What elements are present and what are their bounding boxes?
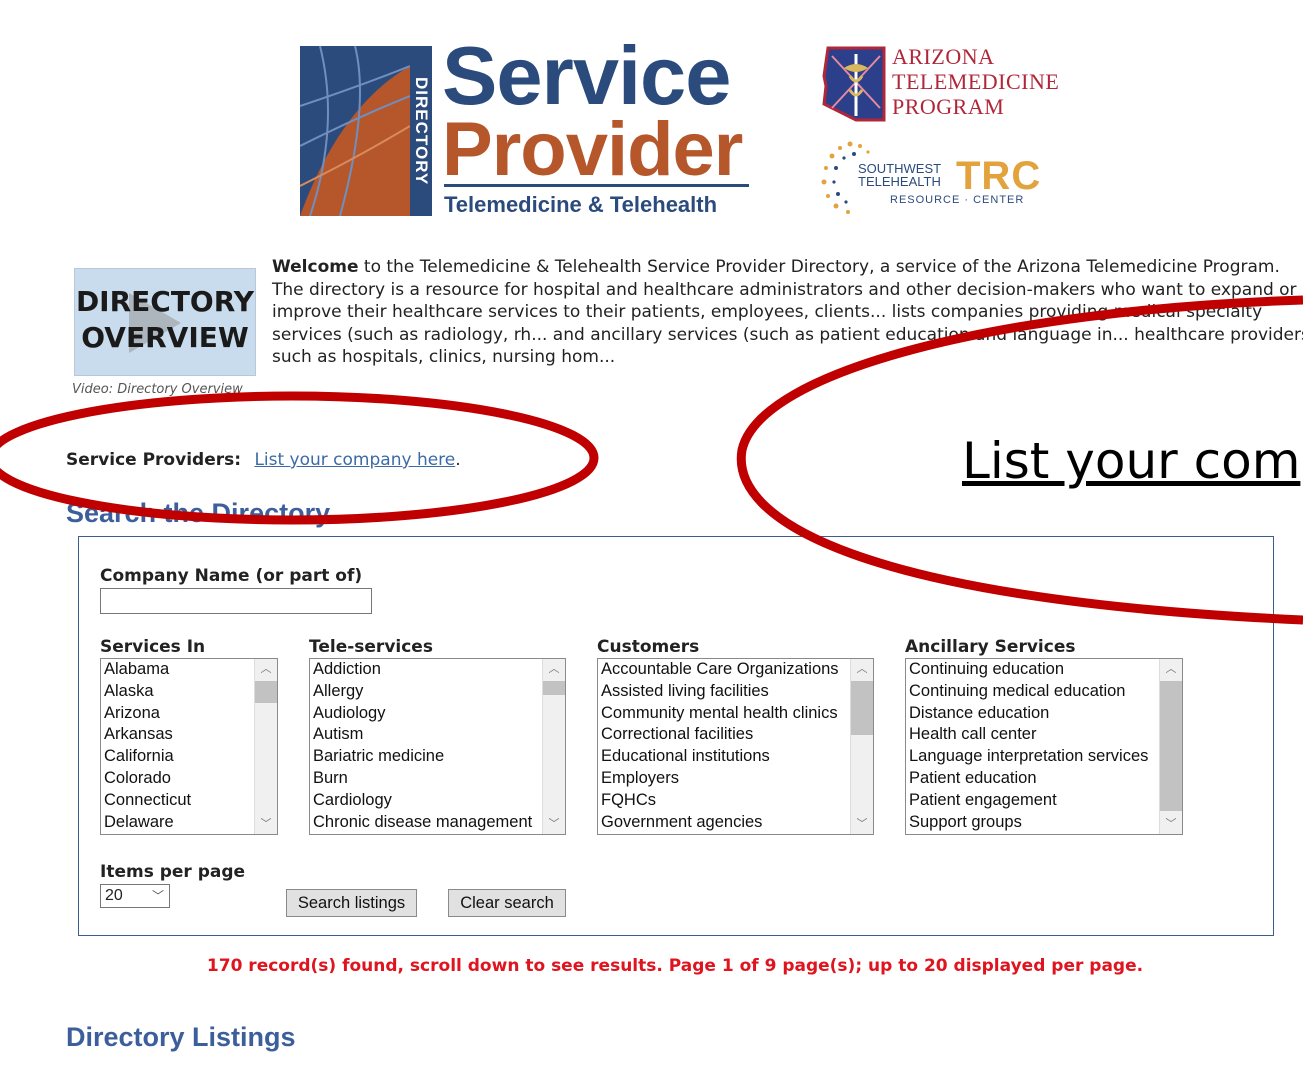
trc-big-text: TRC <box>956 154 1042 198</box>
service-providers-line: Service Providers: List your company her… <box>66 450 461 470</box>
list-option[interactable]: FQHCs <box>598 790 873 812</box>
list-option[interactable]: Language interpretation services <box>906 746 1182 768</box>
arizona-map-icon <box>822 46 886 122</box>
list-option[interactable]: Burn <box>310 768 565 790</box>
list-option[interactable]: Cardiology <box>310 790 565 812</box>
clear-search-button[interactable]: Clear search <box>448 889 566 917</box>
trc-line2: TELEHEALTH <box>858 174 941 189</box>
list-option[interactable]: Chronic disease management <box>310 812 565 834</box>
list-option[interactable]: Assisted living facilities <box>598 681 873 703</box>
company-name-input[interactable] <box>100 588 372 614</box>
az-logo-line: TELEMEDICINE <box>892 69 1060 94</box>
items-per-page-value: 20 <box>105 887 123 904</box>
search-listings-button[interactable]: Search listings <box>286 889 417 917</box>
tele-services-listbox[interactable]: Addiction Allergy Audiology Autism Baria… <box>309 658 566 835</box>
list-option[interactable]: Arizona <box>101 703 277 725</box>
ancillary-services-label: Ancillary Services <box>905 637 1076 657</box>
scroll-thumb[interactable] <box>255 681 277 703</box>
scroll-up-icon[interactable]: ︿ <box>851 659 873 679</box>
video-thumb-title-line2: OVERVIEW <box>81 321 249 354</box>
list-option[interactable]: Patient education <box>906 768 1182 790</box>
list-option[interactable]: Government agencies <box>598 812 873 834</box>
items-per-page-select[interactable]: 20 ﹀ <box>100 884 170 908</box>
scroll-up-icon[interactable]: ︿ <box>255 659 277 679</box>
logo-tagline: Telemedicine & Telehealth <box>444 192 718 217</box>
services-in-label: Services In <box>100 637 206 657</box>
scrollbar[interactable]: ︿ ﹀ <box>542 659 565 834</box>
scrollbar[interactable]: ︿ ﹀ <box>254 659 277 834</box>
scrollbar[interactable]: ︿ ﹀ <box>850 659 873 834</box>
service-provider-directory-logo: DIRECTORY Service Provider Telemedicine … <box>300 29 755 220</box>
globe-icon <box>300 46 410 216</box>
search-heading: Search the Directory <box>66 498 331 528</box>
zoom-callout: List your com <box>740 390 1303 630</box>
zoom-callout-text: List your com <box>962 432 1301 490</box>
list-option[interactable]: Allergy <box>310 681 565 703</box>
welcome-text: Welcome to the Telemedicine & Telehealth… <box>272 256 1303 369</box>
list-option[interactable]: Autism <box>310 724 565 746</box>
tele-services-label: Tele-services <box>309 637 433 657</box>
video-caption: Video: Directory Overview <box>72 382 243 397</box>
customers-listbox[interactable]: Accountable Care Organizations Assisted … <box>597 658 874 835</box>
scroll-down-icon[interactable]: ﹀ <box>543 814 565 834</box>
list-option[interactable]: Addiction <box>310 659 565 681</box>
list-option[interactable]: Health call center <box>906 724 1182 746</box>
scroll-down-icon[interactable]: ﹀ <box>1160 814 1182 834</box>
records-found-status: 170 record(s) found, scroll down to see … <box>206 956 1144 976</box>
trc-subtitle: RESOURCE · CENTER <box>890 194 1025 206</box>
scroll-down-icon[interactable]: ﹀ <box>255 814 277 834</box>
directory-overview-video[interactable]: DIRECTORY OVERVIEW <box>74 268 256 376</box>
services-in-listbox[interactable]: Alabama Alaska Arizona Arkansas Californ… <box>100 658 278 835</box>
list-option[interactable]: Alabama <box>101 659 277 681</box>
az-logo-line: PROGRAM <box>892 94 1005 119</box>
list-option[interactable]: Continuing education <box>906 659 1182 681</box>
az-logo-line: ARIZONA <box>892 44 995 69</box>
company-name-label: Company Name (or part of) <box>100 566 363 586</box>
welcome-body: to the Telemedicine & Telehealth Service… <box>272 257 1303 368</box>
customers-label: Customers <box>597 637 700 657</box>
chevron-down-icon: ﹀ <box>151 889 164 903</box>
list-option[interactable]: Community mental health clinics <box>598 703 873 725</box>
welcome-bold: Welcome <box>272 257 359 277</box>
scroll-up-icon[interactable]: ︿ <box>543 659 565 679</box>
scroll-thumb[interactable] <box>851 681 873 735</box>
scrollbar[interactable]: ︿ ﹀ <box>1159 659 1182 834</box>
trc-small-text: SOUTHWEST TELEHEALTH <box>858 162 941 188</box>
list-option[interactable]: Alaska <box>101 681 277 703</box>
list-option[interactable]: Support groups <box>906 812 1182 834</box>
logo-directory-text: DIRECTORY <box>410 46 432 216</box>
arizona-telemedicine-program-logo[interactable]: ARIZONA TELEMEDICINE PROGRAM <box>818 44 1059 126</box>
logo-divider <box>444 184 749 187</box>
list-option[interactable]: Bariatric medicine <box>310 746 565 768</box>
list-option[interactable]: Connecticut <box>101 790 277 812</box>
list-option[interactable]: California <box>101 746 277 768</box>
list-option[interactable]: Correctional facilities <box>598 724 873 746</box>
scroll-up-icon[interactable]: ︿ <box>1160 659 1182 679</box>
list-option[interactable]: Audiology <box>310 703 565 725</box>
az-logo-text: ARIZONA TELEMEDICINE PROGRAM <box>892 44 1059 119</box>
list-company-link[interactable]: List your company here <box>254 450 455 470</box>
list-option[interactable]: Accountable Care Organizations <box>598 659 873 681</box>
list-option[interactable]: Distance education <box>906 703 1182 725</box>
ancillary-services-listbox[interactable]: Continuing education Continuing medical … <box>905 658 1183 835</box>
list-option[interactable]: Continuing medical education <box>906 681 1182 703</box>
video-thumb-title-line1: DIRECTORY <box>75 285 255 318</box>
list-option[interactable]: Patient engagement <box>906 790 1182 812</box>
list-option[interactable]: Arkansas <box>101 724 277 746</box>
scroll-thumb[interactable] <box>543 681 565 695</box>
period: . <box>455 450 461 470</box>
southwest-trc-logo[interactable]: SOUTHWEST TELEHEALTH TRC RESOURCE · CENT… <box>820 138 1060 218</box>
scroll-thumb[interactable] <box>1160 681 1182 811</box>
list-option[interactable]: Educational institutions <box>598 746 873 768</box>
logo-provider-text: Provider <box>442 107 743 192</box>
list-option[interactable]: Employers <box>598 768 873 790</box>
items-per-page-label: Items per page <box>100 862 246 882</box>
service-providers-label: Service Providers: <box>66 450 242 470</box>
directory-listings-heading: Directory Listings <box>66 1022 296 1052</box>
list-option[interactable]: Delaware <box>101 812 277 834</box>
scroll-down-icon[interactable]: ﹀ <box>851 814 873 834</box>
list-option[interactable]: Colorado <box>101 768 277 790</box>
